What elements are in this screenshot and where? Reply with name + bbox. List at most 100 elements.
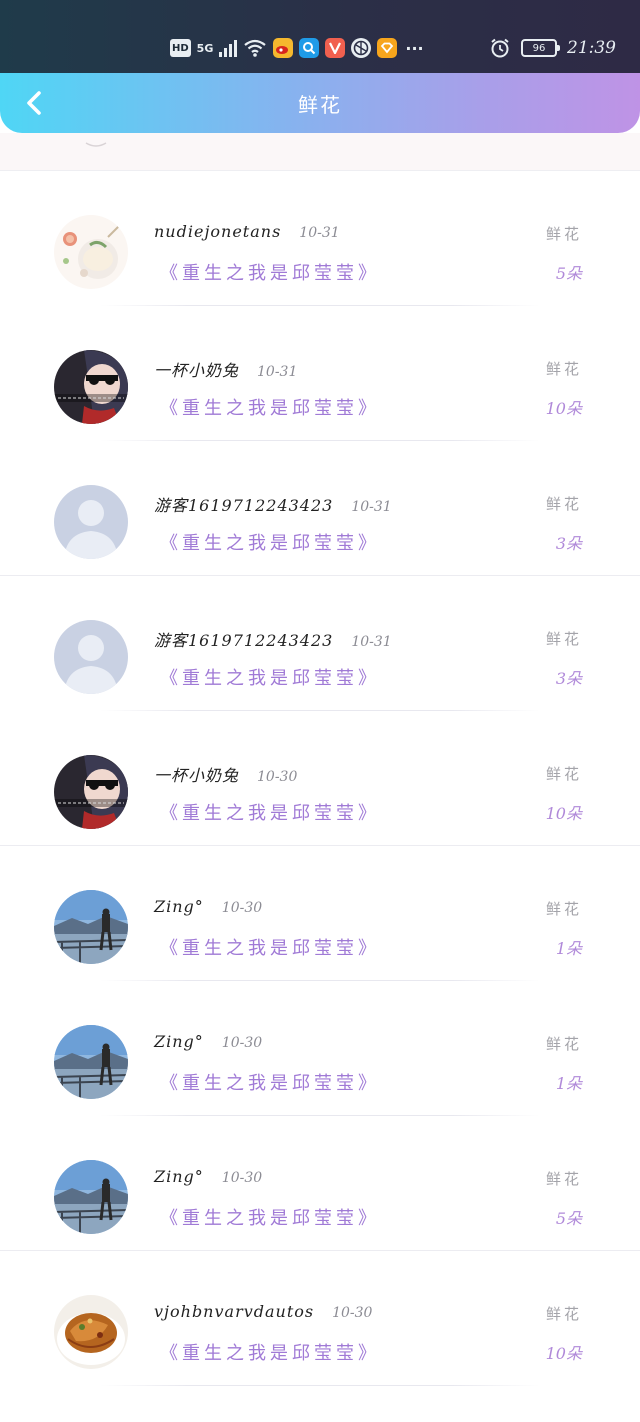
shop-app-icon: [377, 38, 398, 58]
gift-count: 5朵: [555, 1209, 582, 1228]
gift-type-label: 鲜花: [545, 1170, 582, 1188]
status-right: 96 21:39: [489, 36, 616, 60]
list-item[interactable]: Zing° 10-30 《重生之我是邱莹莹》 鲜花 1朵: [0, 981, 640, 1116]
wifi-icon: [244, 39, 267, 57]
list-item[interactable]: nudiejonetans 10-31 《重生之我是邱莹莹》 鲜花 5朵: [0, 171, 640, 306]
avatar: [54, 485, 128, 559]
book-title[interactable]: 《重生之我是邱莹莹》: [160, 1204, 380, 1230]
user-name: 一杯小奶兔 10-30: [154, 762, 297, 786]
hd-icon: HD: [170, 39, 191, 57]
record-date: 10-31: [351, 634, 392, 650]
user-name-text: nudiejonetans: [154, 222, 282, 241]
battery-icon: 96: [521, 39, 560, 57]
default-avatar-icon: [54, 485, 128, 559]
book-title[interactable]: 《重生之我是邱莹莹》: [160, 1339, 380, 1365]
browser-icon: [351, 38, 372, 58]
list-item[interactable]: 游客1619712243423 10-31 《重生之我是邱莹莹》 鲜花 3朵: [0, 441, 640, 576]
gift-type-label: 鲜花: [545, 765, 582, 783]
book-title[interactable]: 《重生之我是邱莹莹》: [160, 529, 380, 555]
gift-count: 10朵: [545, 1344, 582, 1363]
book-title[interactable]: 《重生之我是邱莹莹》: [160, 664, 380, 690]
gift-count: 10朵: [545, 804, 582, 823]
more-icon: ···: [405, 38, 424, 58]
list-item[interactable]: 一杯小奶兔 10-30 《重生之我是邱莹莹》 鲜花 10朵: [0, 711, 640, 846]
user-name-text: Zing°: [154, 897, 204, 916]
user-name: 游客1619712243423 10-31: [154, 627, 392, 651]
video-app-icon: [325, 38, 346, 58]
weibo-icon: [273, 38, 294, 58]
default-avatar-icon: [54, 620, 128, 694]
book-title[interactable]: 《重生之我是邱莹莹》: [160, 259, 380, 285]
gift-count: 3朵: [555, 669, 582, 688]
avatar: [54, 1160, 128, 1234]
book-title[interactable]: 《重生之我是邱莹莹》: [160, 1069, 380, 1095]
gift-count: 1朵: [555, 1074, 582, 1093]
scenery-avatar-icon: [54, 1025, 128, 1099]
list-item[interactable]: 游客1619712243423 10-31 《重生之我是邱莹莹》 鲜花 3朵: [0, 576, 640, 711]
avatar-edge-icon: [85, 142, 107, 147]
book-title[interactable]: 《重生之我是邱莹莹》: [160, 934, 380, 960]
dish-avatar-icon: [54, 1295, 128, 1369]
avatar: [54, 1295, 128, 1369]
user-name: 一杯小奶兔 10-31: [154, 357, 297, 381]
partial-list-item: [0, 133, 640, 171]
gift-type-label: 鲜花: [545, 630, 582, 648]
avatar: [54, 215, 128, 289]
flower-record-list: nudiejonetans 10-31 《重生之我是邱莹莹》 鲜花 5朵 一杯小奶…: [0, 171, 640, 1386]
chevron-left-icon: [27, 91, 41, 115]
user-name-text: 游客1619712243423: [154, 496, 334, 515]
user-name: nudiejonetans 10-31: [154, 222, 340, 241]
record-date: 10-31: [351, 499, 392, 515]
gift-type-label: 鲜花: [545, 1035, 582, 1053]
gift-count: 3朵: [555, 534, 582, 553]
avatar: [54, 620, 128, 694]
user-name-text: 一杯小奶兔: [154, 766, 240, 785]
search-app-icon: [299, 38, 320, 58]
user-name-text: Zing°: [154, 1167, 204, 1186]
gift-type-label: 鲜花: [545, 225, 582, 243]
scenery-avatar-icon: [54, 890, 128, 964]
anime-avatar-icon: [54, 755, 128, 829]
user-name: Zing° 10-30: [154, 897, 262, 916]
list-item[interactable]: 一杯小奶兔 10-31 《重生之我是邱莹莹》 鲜花 10朵: [0, 306, 640, 441]
record-date: 10-31: [299, 225, 340, 241]
gift-count: 1朵: [555, 939, 582, 958]
user-name-text: vjohbnvarvdautos: [154, 1302, 315, 1321]
book-title[interactable]: 《重生之我是邱莹莹》: [160, 394, 380, 420]
user-name: vjohbnvarvdautos 10-30: [154, 1302, 372, 1321]
gift-type-label: 鲜花: [545, 900, 582, 918]
list-item[interactable]: Zing° 10-30 《重生之我是邱莹莹》 鲜花 5朵: [0, 1116, 640, 1251]
back-button[interactable]: [16, 83, 52, 123]
record-date: 10-30: [332, 1305, 373, 1321]
record-date: 10-30: [221, 1170, 263, 1186]
signal-icon: [219, 39, 238, 57]
gift-type-label: 鲜花: [545, 1305, 582, 1323]
gift-count: 5朵: [555, 264, 582, 283]
record-date: 10-31: [257, 364, 298, 380]
scenery-avatar-icon: [54, 1160, 128, 1234]
divider: [100, 1385, 540, 1386]
record-date: 10-30: [221, 1035, 263, 1051]
header: 鲜花: [0, 73, 640, 133]
list-item[interactable]: Zing° 10-30 《重生之我是邱莹莹》 鲜花 1朵: [0, 846, 640, 981]
network-type-label: 5G: [196, 41, 214, 55]
avatar: [54, 1025, 128, 1099]
user-name-text: 一杯小奶兔: [154, 361, 240, 380]
gift-count: 10朵: [545, 399, 582, 418]
book-title[interactable]: 《重生之我是邱莹莹》: [160, 799, 380, 825]
page-title: 鲜花: [298, 92, 342, 117]
gift-type-label: 鲜花: [545, 495, 582, 513]
user-name-text: 游客1619712243423: [154, 631, 334, 650]
record-date: 10-30: [257, 769, 298, 785]
user-name-text: Zing°: [154, 1032, 204, 1051]
user-name: Zing° 10-30: [154, 1167, 262, 1186]
clock: 21:39: [567, 38, 616, 58]
record-date: 10-30: [221, 900, 263, 916]
anime-avatar-icon: [54, 350, 128, 424]
avatar: [54, 755, 128, 829]
avatar: [54, 890, 128, 964]
list-item[interactable]: vjohbnvarvdautos 10-30 《重生之我是邱莹莹》 鲜花 10朵: [0, 1251, 640, 1386]
alarm-icon: [491, 38, 509, 58]
gift-type-label: 鲜花: [545, 360, 582, 378]
avatar: [54, 350, 128, 424]
